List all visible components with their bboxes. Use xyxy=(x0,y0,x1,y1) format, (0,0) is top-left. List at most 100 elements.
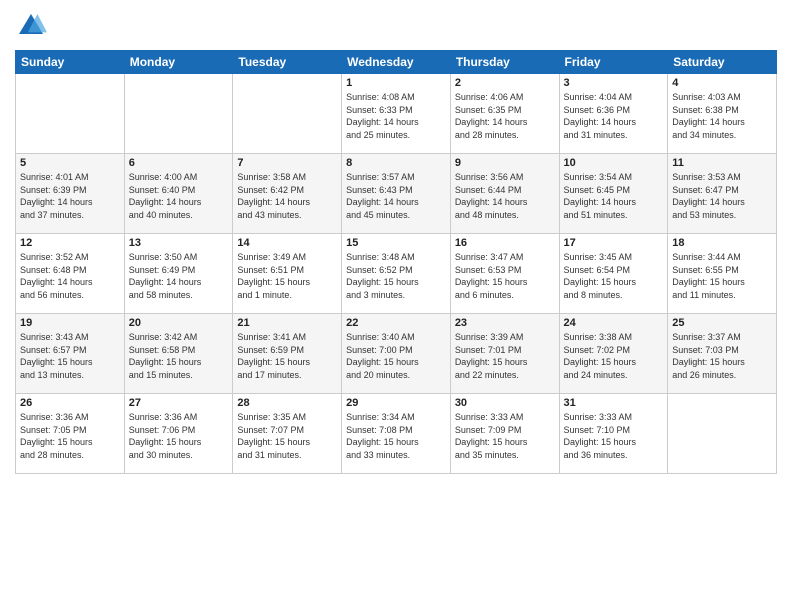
day-info: Sunrise: 3:35 AM Sunset: 7:07 PM Dayligh… xyxy=(237,411,337,461)
day-number: 16 xyxy=(455,237,555,249)
day-number: 29 xyxy=(346,397,446,409)
day-number: 21 xyxy=(237,317,337,329)
day-cell: 19 Sunrise: 3:43 AM Sunset: 6:57 PM Dayli… xyxy=(16,314,125,394)
day-cell: 31Sunrise: 3:33 AM Sunset: 7:10 PM Dayli… xyxy=(559,394,668,474)
day-number: 9 xyxy=(455,157,555,169)
week-row-0: 1 Sunrise: 4:08 AM Sunset: 6:33 PM Daylig… xyxy=(16,74,777,154)
day-number: 20 xyxy=(129,317,229,329)
day-info: Sunrise: 3:38 AM Sunset: 7:02 PM Dayligh… xyxy=(564,331,664,381)
day-info: Sunrise: 3:33 AM Sunset: 7:09 PM Dayligh… xyxy=(455,411,555,461)
day-info: Sunrise: 4:04 AM Sunset: 6:36 PM Dayligh… xyxy=(564,91,664,141)
day-number: 23 xyxy=(455,317,555,329)
day-cell xyxy=(124,74,233,154)
day-cell xyxy=(233,74,342,154)
header-cell-tuesday: Tuesday xyxy=(233,51,342,74)
day-info: Sunrise: 3:37 AM Sunset: 7:03 PM Dayligh… xyxy=(672,331,772,381)
day-number: 22 xyxy=(346,317,446,329)
day-number: 1 xyxy=(346,77,446,89)
day-info: Sunrise: 3:42 AM Sunset: 6:58 PM Dayligh… xyxy=(129,331,229,381)
header-cell-saturday: Saturday xyxy=(668,51,777,74)
day-cell: 18 Sunrise: 3:44 AM Sunset: 6:55 PM Dayli… xyxy=(668,234,777,314)
day-cell: 13 Sunrise: 3:50 AM Sunset: 6:49 PM Dayli… xyxy=(124,234,233,314)
day-info: Sunrise: 3:36 AM Sunset: 7:05 PM Dayligh… xyxy=(20,411,120,461)
day-cell: 2 Sunrise: 4:06 AM Sunset: 6:35 PM Daylig… xyxy=(450,74,559,154)
day-info: Sunrise: 3:56 AM Sunset: 6:44 PM Dayligh… xyxy=(455,171,555,221)
day-number: 13 xyxy=(129,237,229,249)
day-cell: 6Sunrise: 4:00 AM Sunset: 6:40 PM Daylig… xyxy=(124,154,233,234)
day-info: Sunrise: 3:40 AM Sunset: 7:00 PM Dayligh… xyxy=(346,331,446,381)
day-number: 25 xyxy=(672,317,772,329)
calendar-table: SundayMondayTuesdayWednesdayThursdayFrid… xyxy=(15,50,777,474)
day-cell: 5 Sunrise: 4:01 AM Sunset: 6:39 PM Daylig… xyxy=(16,154,125,234)
day-number: 11 xyxy=(672,157,772,169)
day-cell: 14 Sunrise: 3:49 AM Sunset: 6:51 PM Dayli… xyxy=(233,234,342,314)
day-number: 27 xyxy=(129,397,229,409)
day-info: Sunrise: 3:47 AM Sunset: 6:53 PM Dayligh… xyxy=(455,251,555,301)
day-info: Sunrise: 4:03 AM Sunset: 6:38 PM Dayligh… xyxy=(672,91,772,141)
day-cell: 1 Sunrise: 4:08 AM Sunset: 6:33 PM Daylig… xyxy=(342,74,451,154)
day-cell: 11 Sunrise: 3:53 AM Sunset: 6:47 PM Dayli… xyxy=(668,154,777,234)
day-cell: 9 Sunrise: 3:56 AM Sunset: 6:44 PM Daylig… xyxy=(450,154,559,234)
logo xyxy=(15,10,51,42)
day-info: Sunrise: 3:48 AM Sunset: 6:52 PM Dayligh… xyxy=(346,251,446,301)
day-number: 28 xyxy=(237,397,337,409)
page: SundayMondayTuesdayWednesdayThursdayFrid… xyxy=(0,0,792,484)
day-number: 24 xyxy=(564,317,664,329)
header-row: SundayMondayTuesdayWednesdayThursdayFrid… xyxy=(16,51,777,74)
day-cell: 22 Sunrise: 3:40 AM Sunset: 7:00 PM Dayli… xyxy=(342,314,451,394)
day-info: Sunrise: 4:00 AM Sunset: 6:40 PM Dayligh… xyxy=(129,171,229,221)
day-cell: 21Sunrise: 3:41 AM Sunset: 6:59 PM Dayli… xyxy=(233,314,342,394)
day-number: 15 xyxy=(346,237,446,249)
day-number: 5 xyxy=(20,157,120,169)
day-cell: 24 Sunrise: 3:38 AM Sunset: 7:02 PM Dayli… xyxy=(559,314,668,394)
day-info: Sunrise: 3:39 AM Sunset: 7:01 PM Dayligh… xyxy=(455,331,555,381)
day-cell: 10 Sunrise: 3:54 AM Sunset: 6:45 PM Dayli… xyxy=(559,154,668,234)
day-cell: 30 Sunrise: 3:33 AM Sunset: 7:09 PM Dayli… xyxy=(450,394,559,474)
day-number: 14 xyxy=(237,237,337,249)
day-info: Sunrise: 3:52 AM Sunset: 6:48 PM Dayligh… xyxy=(20,251,120,301)
day-number: 10 xyxy=(564,157,664,169)
day-number: 19 xyxy=(20,317,120,329)
day-cell: 28 Sunrise: 3:35 AM Sunset: 7:07 PM Dayli… xyxy=(233,394,342,474)
day-cell: 3Sunrise: 4:04 AM Sunset: 6:36 PM Daylig… xyxy=(559,74,668,154)
day-cell: 23 Sunrise: 3:39 AM Sunset: 7:01 PM Dayli… xyxy=(450,314,559,394)
day-cell: 26Sunrise: 3:36 AM Sunset: 7:05 PM Dayli… xyxy=(16,394,125,474)
day-number: 12 xyxy=(20,237,120,249)
day-info: Sunrise: 3:57 AM Sunset: 6:43 PM Dayligh… xyxy=(346,171,446,221)
day-info: Sunrise: 3:36 AM Sunset: 7:06 PM Dayligh… xyxy=(129,411,229,461)
day-cell: 25 Sunrise: 3:37 AM Sunset: 7:03 PM Dayli… xyxy=(668,314,777,394)
day-info: Sunrise: 4:01 AM Sunset: 6:39 PM Dayligh… xyxy=(20,171,120,221)
header-cell-thursday: Thursday xyxy=(450,51,559,74)
header-cell-wednesday: Wednesday xyxy=(342,51,451,74)
day-info: Sunrise: 3:44 AM Sunset: 6:55 PM Dayligh… xyxy=(672,251,772,301)
day-info: Sunrise: 3:49 AM Sunset: 6:51 PM Dayligh… xyxy=(237,251,337,301)
day-cell: 16 Sunrise: 3:47 AM Sunset: 6:53 PM Dayli… xyxy=(450,234,559,314)
header-cell-monday: Monday xyxy=(124,51,233,74)
day-cell: 17Sunrise: 3:45 AM Sunset: 6:54 PM Dayli… xyxy=(559,234,668,314)
day-number: 31 xyxy=(564,397,664,409)
day-info: Sunrise: 3:43 AM Sunset: 6:57 PM Dayligh… xyxy=(20,331,120,381)
week-row-1: 5 Sunrise: 4:01 AM Sunset: 6:39 PM Daylig… xyxy=(16,154,777,234)
week-row-2: 12 Sunrise: 3:52 AM Sunset: 6:48 PM Dayli… xyxy=(16,234,777,314)
day-cell: 7Sunrise: 3:58 AM Sunset: 6:42 PM Daylig… xyxy=(233,154,342,234)
day-cell: 27 Sunrise: 3:36 AM Sunset: 7:06 PM Dayli… xyxy=(124,394,233,474)
day-cell xyxy=(16,74,125,154)
day-number: 2 xyxy=(455,77,555,89)
day-cell: 12 Sunrise: 3:52 AM Sunset: 6:48 PM Dayli… xyxy=(16,234,125,314)
day-info: Sunrise: 3:34 AM Sunset: 7:08 PM Dayligh… xyxy=(346,411,446,461)
day-cell: 4 Sunrise: 4:03 AM Sunset: 6:38 PM Daylig… xyxy=(668,74,777,154)
week-row-4: 26Sunrise: 3:36 AM Sunset: 7:05 PM Dayli… xyxy=(16,394,777,474)
day-info: Sunrise: 4:06 AM Sunset: 6:35 PM Dayligh… xyxy=(455,91,555,141)
day-number: 18 xyxy=(672,237,772,249)
day-info: Sunrise: 3:58 AM Sunset: 6:42 PM Dayligh… xyxy=(237,171,337,221)
day-info: Sunrise: 3:54 AM Sunset: 6:45 PM Dayligh… xyxy=(564,171,664,221)
day-info: Sunrise: 4:08 AM Sunset: 6:33 PM Dayligh… xyxy=(346,91,446,141)
header xyxy=(15,10,777,42)
day-info: Sunrise: 3:53 AM Sunset: 6:47 PM Dayligh… xyxy=(672,171,772,221)
header-cell-sunday: Sunday xyxy=(16,51,125,74)
day-info: Sunrise: 3:50 AM Sunset: 6:49 PM Dayligh… xyxy=(129,251,229,301)
day-info: Sunrise: 3:45 AM Sunset: 6:54 PM Dayligh… xyxy=(564,251,664,301)
day-number: 4 xyxy=(672,77,772,89)
day-number: 30 xyxy=(455,397,555,409)
day-cell: 20 Sunrise: 3:42 AM Sunset: 6:58 PM Dayli… xyxy=(124,314,233,394)
